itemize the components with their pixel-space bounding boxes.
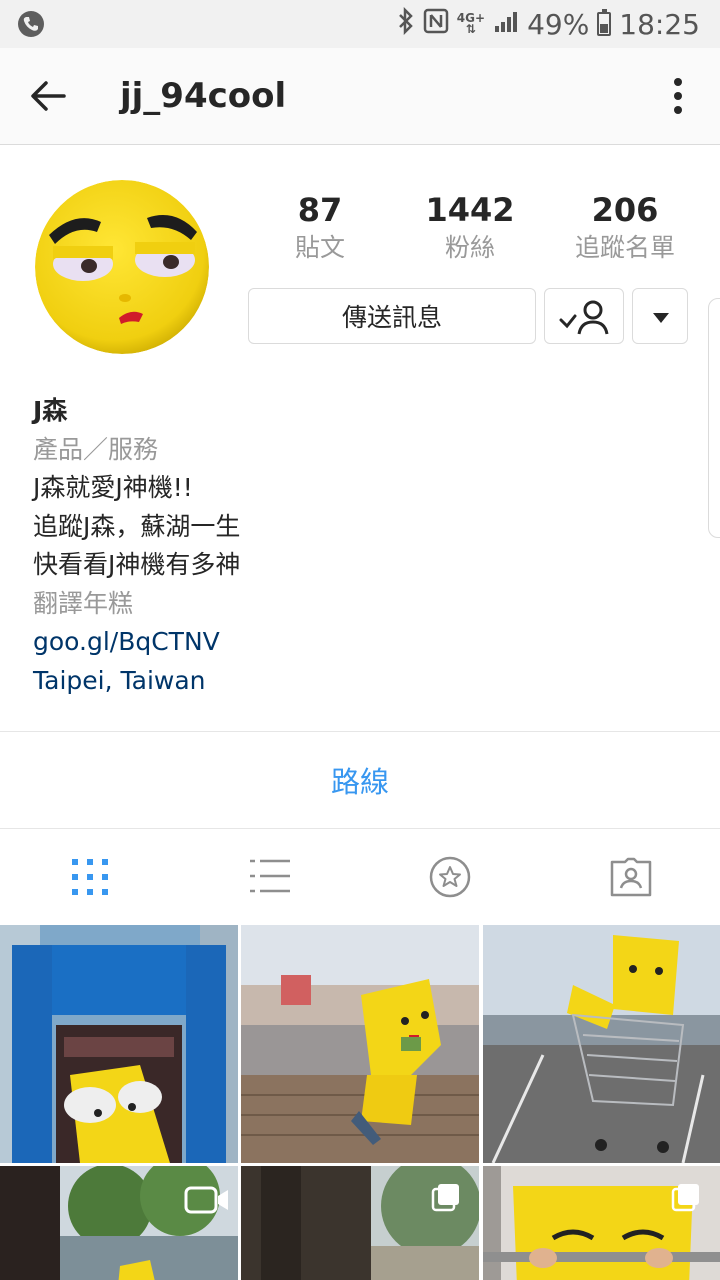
status-bar: 4G+ ⇅ 49% 18:25 xyxy=(0,0,720,48)
tagged-tab[interactable] xyxy=(540,829,720,925)
photo-post[interactable] xyxy=(483,1166,720,1280)
bio-line: J森就愛J神機!! xyxy=(33,473,193,502)
phone-icon xyxy=(18,11,44,37)
directions-button[interactable]: 路線 xyxy=(0,732,720,828)
nfc-icon xyxy=(423,8,449,41)
caret-down-icon xyxy=(653,313,669,323)
photo-post[interactable] xyxy=(0,925,238,1163)
location-link[interactable]: Taipei, Taiwan xyxy=(33,662,693,701)
status-time: 18:25 xyxy=(619,7,700,41)
photo-post[interactable] xyxy=(241,925,479,1163)
grid-icon xyxy=(72,859,108,895)
posts-stat[interactable]: 87 貼文 xyxy=(260,190,380,266)
profile-bio: J森 產品／服務 J森就愛J神機!! 追蹤J森，蘇湖一生 快看看J神機有多神 翻… xyxy=(33,392,693,700)
list-tab[interactable] xyxy=(180,829,360,925)
battery-icon xyxy=(597,9,612,36)
followers-count: 1442 xyxy=(425,191,515,229)
carousel-icon xyxy=(671,1184,699,1212)
list-icon xyxy=(250,859,290,893)
bluetooth-icon xyxy=(397,6,415,42)
photo-post[interactable] xyxy=(483,925,720,1163)
posts-count: 87 xyxy=(297,191,343,229)
translate-bio-link[interactable]: 翻譯年糕 xyxy=(33,585,693,624)
video-icon xyxy=(184,1186,228,1214)
followers-stat[interactable]: 1442 粉絲 xyxy=(405,190,535,266)
following-stat[interactable]: 206 追蹤名單 xyxy=(560,190,690,266)
following-label: 追蹤名單 xyxy=(574,233,675,262)
bio-line: 追蹤J森，蘇湖一生 xyxy=(33,511,241,541)
posts-label: 貼文 xyxy=(294,233,345,262)
following-count: 206 xyxy=(591,191,659,229)
suggested-accounts-edge[interactable] xyxy=(708,298,720,538)
top-app-bar: jj_94cool xyxy=(0,48,720,145)
tagged-person-icon xyxy=(610,857,652,897)
bio-line: 快看看J神機有多神 xyxy=(33,550,241,579)
grid-tab[interactable] xyxy=(0,829,180,925)
back-arrow-icon[interactable] xyxy=(28,76,68,116)
suggestions-dropdown-button[interactable] xyxy=(632,288,688,344)
profile-username: jj_94cool xyxy=(120,76,287,116)
signal-icon xyxy=(493,8,519,41)
saved-tab[interactable] xyxy=(360,829,540,925)
carousel-icon xyxy=(431,1184,459,1212)
profile-tabs xyxy=(0,829,720,925)
following-toggle-button[interactable] xyxy=(544,288,624,344)
send-message-button[interactable]: 傳送訊息 xyxy=(248,288,536,344)
network-4g-icon: 4G+ ⇅ xyxy=(456,11,486,36)
profile-stats: 87 貼文 1442 粉絲 206 追蹤名單 xyxy=(260,190,690,266)
profile-display-name: J森 xyxy=(33,396,68,425)
video-post[interactable] xyxy=(0,1166,238,1280)
person-check-icon xyxy=(559,300,609,335)
more-options-icon[interactable] xyxy=(672,78,684,118)
followers-label: 粉絲 xyxy=(444,233,495,262)
website-link[interactable]: goo.gl/BqCTNV xyxy=(33,623,693,662)
battery-percent: 49% xyxy=(527,7,590,41)
photo-post[interactable] xyxy=(241,1166,479,1280)
profile-category: 產品／服務 xyxy=(33,434,159,464)
star-icon xyxy=(429,856,471,898)
avatar[interactable] xyxy=(35,180,209,354)
